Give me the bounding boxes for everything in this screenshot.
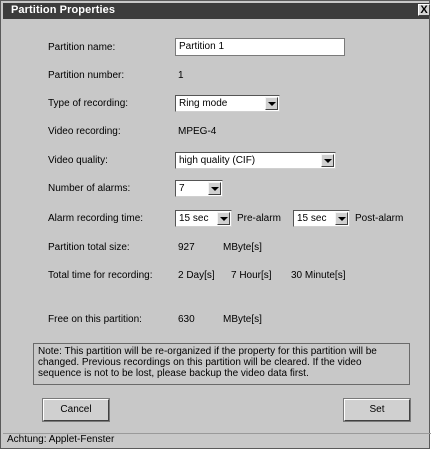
- video-quality-label: Video quality:: [48, 155, 108, 166]
- video-recording-label: Video recording:: [48, 126, 121, 137]
- pre-alarm-select[interactable]: 15 sec: [175, 210, 232, 227]
- cancel-button[interactable]: Cancel: [42, 398, 110, 422]
- free-on-partition-value: 630: [178, 314, 195, 325]
- free-on-partition-unit: MByte[s]: [223, 314, 262, 325]
- set-button[interactable]: Set: [343, 398, 411, 422]
- total-time-days: 2 Day[s]: [178, 270, 215, 281]
- type-of-recording-value: Ring mode: [179, 98, 228, 109]
- chevron-down-icon[interactable]: [217, 212, 230, 225]
- status-bar: Achtung: Applet-Fenster: [3, 433, 431, 446]
- post-alarm-select[interactable]: 15 sec: [293, 210, 350, 227]
- partition-number-value: 1: [178, 70, 184, 81]
- pre-alarm-value: 15 sec: [179, 213, 209, 224]
- number-of-alarms-label: Number of alarms:: [48, 183, 131, 194]
- title-bar[interactable]: Partition Properties X: [3, 3, 430, 19]
- close-button[interactable]: X: [418, 4, 430, 16]
- number-of-alarms-select[interactable]: 7: [175, 180, 223, 197]
- partition-total-size-value: 927: [178, 242, 195, 253]
- post-alarm-label: Post-alarm: [355, 213, 404, 224]
- chevron-down-icon[interactable]: [208, 182, 221, 195]
- partition-number-label: Partition number:: [48, 70, 125, 81]
- free-on-partition-label: Free on this partition:: [48, 314, 142, 325]
- video-quality-value: high quality (CIF): [179, 155, 256, 166]
- partition-properties-window: Partition Properties X Partition name: P…: [0, 0, 431, 449]
- alarm-recording-time-label: Alarm recording time:: [48, 213, 144, 224]
- video-recording-value: MPEG-4: [178, 126, 217, 137]
- partition-total-size-unit: MByte[s]: [223, 242, 262, 253]
- window-title: Partition Properties: [11, 4, 116, 16]
- partition-name-label: Partition name:: [48, 42, 116, 53]
- chevron-down-icon[interactable]: [335, 212, 348, 225]
- chevron-down-icon[interactable]: [321, 154, 334, 167]
- total-time-hours: 7 Hour[s]: [231, 270, 272, 281]
- total-time-label: Total time for recording:: [48, 270, 153, 281]
- type-of-recording-label: Type of recording:: [48, 98, 129, 109]
- partition-total-size-label: Partition total size:: [48, 242, 130, 253]
- type-of-recording-select[interactable]: Ring mode: [175, 95, 280, 112]
- post-alarm-value: 15 sec: [297, 213, 327, 224]
- chevron-down-icon[interactable]: [265, 97, 278, 110]
- pre-alarm-label: Pre-alarm: [237, 213, 281, 224]
- video-quality-select[interactable]: high quality (CIF): [175, 152, 336, 169]
- partition-name-input[interactable]: Partition 1: [175, 38, 345, 56]
- warning-note: Note: This partition will be re-organize…: [33, 343, 410, 385]
- number-of-alarms-value: 7: [179, 183, 185, 194]
- total-time-minutes: 30 Minute[s]: [291, 270, 346, 281]
